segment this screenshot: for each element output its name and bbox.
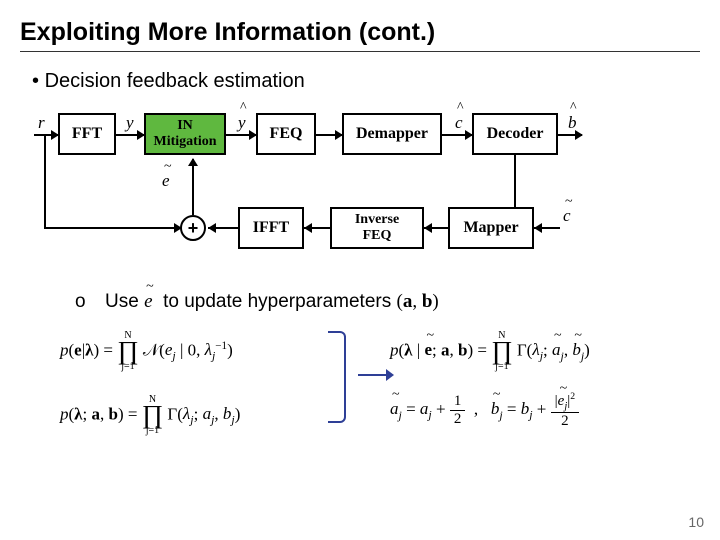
arrow-up (192, 159, 194, 215)
block-feq: FEQ (256, 113, 316, 155)
sig-chat: c (455, 113, 463, 133)
arrowhead-left (208, 223, 216, 233)
slide-title: Exploiting More Information (cont.) (20, 18, 700, 47)
block-in-mitigation: INMitigation (144, 113, 226, 155)
block-mapper: Mapper (448, 207, 534, 249)
adder (180, 215, 206, 241)
block-demapper: Demapper (342, 113, 442, 155)
line (44, 227, 176, 229)
arrowhead-left (304, 223, 312, 233)
arrow-right-icon (358, 367, 394, 383)
block-inv-feq: InverseFEQ (330, 207, 424, 249)
arrow (316, 134, 342, 136)
arrowhead-left (534, 223, 542, 233)
divider (20, 51, 700, 52)
block-fft: FFT (58, 113, 116, 155)
formula-p-lambda-ab: p(λ; a, b) = N∏j=1 Γ(λj; aj, bj) (60, 395, 240, 436)
sig-r: r (38, 113, 45, 133)
arrow (226, 134, 256, 136)
block-diagram: r FFT y INMitigation y FEQ Demapper c De… (30, 111, 690, 281)
line (514, 155, 516, 209)
brace (328, 331, 346, 423)
arrow (558, 134, 582, 136)
sig-ctilde: c (563, 206, 571, 226)
sig-y: y (126, 113, 134, 133)
formula-posterior: p(λ | e; a, b) = N∏j=1 Γ(λj; aj, bj) (390, 331, 590, 372)
arrowhead-right (174, 223, 182, 233)
block-decoder: Decoder (472, 113, 558, 155)
sub-bullet: oUse e to update hyperparameters (a, b) (75, 291, 700, 313)
arrowhead-left (424, 223, 432, 233)
block-ifft: IFFT (238, 207, 304, 249)
sig-etilde: e (162, 171, 170, 191)
arrow (442, 134, 472, 136)
formula-p-e-lambda: p(e|λ) = N∏j=1 𝒩(ej | 0, λj−1) (60, 331, 233, 372)
formula-update: aj = aj + 12 , bj = bj + |ej|22 (390, 391, 579, 430)
bullet-main: Decision feedback estimation (32, 70, 700, 93)
arrow (116, 134, 144, 136)
arrow (34, 134, 58, 136)
page-number: 10 (688, 514, 704, 530)
line (44, 134, 46, 228)
sig-yhat: y (238, 113, 246, 133)
formula-area: p(e|λ) = N∏j=1 𝒩(ej | 0, λj−1) p(λ; a, b… (60, 323, 680, 473)
